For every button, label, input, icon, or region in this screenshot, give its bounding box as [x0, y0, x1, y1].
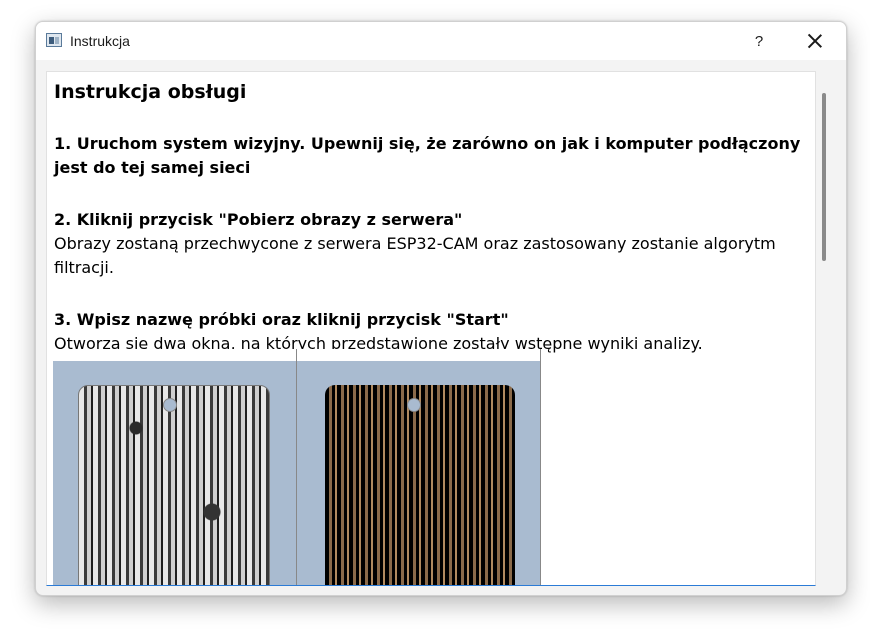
- instruction-document: Instrukcja obsługi 1. Uruchom system wiz…: [54, 80, 814, 356]
- close-button[interactable]: [792, 22, 838, 60]
- filtered-plate-image: [325, 385, 515, 585]
- filtered-sample-window-image: [297, 349, 541, 585]
- sample-hole: [407, 398, 421, 412]
- app-icon: [46, 33, 62, 47]
- sample-plate-image: [78, 385, 270, 585]
- step-3-heading: 3. Wpisz nazwę próbki oraz kliknij przyc…: [54, 310, 509, 329]
- instruction-content[interactable]: Instrukcja obsługi 1. Uruchom system wiz…: [46, 71, 816, 586]
- scrollbar-thumb[interactable]: [822, 93, 826, 261]
- step-2: 2. Kliknij przycisk "Pobierz obrazy z se…: [54, 208, 814, 280]
- step-1: 1. Uruchom system wizyjny. Upewnij się, …: [54, 132, 814, 180]
- window-title: Instrukcja: [70, 33, 130, 49]
- step-2-heading: 2. Kliknij przycisk "Pobierz obrazy z se…: [54, 210, 463, 229]
- original-sample-window-image: [53, 349, 297, 585]
- help-button[interactable]: ?: [736, 22, 782, 60]
- vertical-scrollbar[interactable]: [816, 71, 832, 584]
- close-icon: [808, 34, 822, 48]
- instruction-window: Instrukcja ? Instrukcja obsługi 1. Uruch…: [35, 21, 847, 596]
- analysis-result-image: [53, 349, 541, 585]
- title-bar[interactable]: Instrukcja ?: [36, 22, 846, 60]
- document-heading: Instrukcja obsługi: [54, 81, 247, 103]
- help-icon: ?: [754, 32, 764, 50]
- sample-hole: [163, 398, 177, 412]
- step-2-text: Obrazy zostaną przechwycone z serwera ES…: [54, 234, 776, 277]
- step-1-heading: 1. Uruchom system wizyjny. Upewnij się, …: [54, 134, 801, 177]
